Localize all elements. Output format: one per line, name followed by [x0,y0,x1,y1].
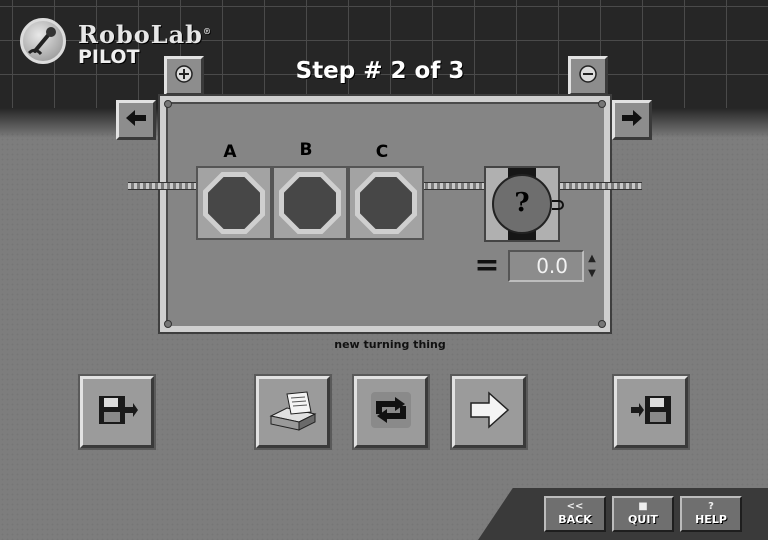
equals-sign: = [474,248,500,283]
octagon-icon [279,172,341,234]
floppy-import-icon [629,390,673,434]
zoom-in-button[interactable] [164,56,204,96]
value-field[interactable]: 0.0 [508,250,584,282]
run-button[interactable] [450,374,528,450]
robolab-pilot-screen: RoboLab® PILOT Step # 2 of 3 A B C ? = 0… [0,0,768,540]
previous-step-button[interactable] [116,100,156,140]
help-label: HELP [695,513,727,526]
slot-label-c: C [375,142,389,162]
load-from-rcx-button[interactable] [612,374,690,450]
floppy-export-icon [95,390,139,434]
step-title: Step # 2 of 3 [295,58,465,84]
zoom-out-button[interactable] [568,56,608,96]
slot-label-a: A [223,142,237,162]
brand-product: PILOT [78,46,140,68]
arrow-left-icon [125,109,147,131]
output-port-a[interactable] [196,166,272,240]
brand-name: RoboLab [78,20,203,49]
logo-emblem-icon [20,18,66,64]
back-button[interactable]: << BACK [544,496,606,532]
value-increment-button[interactable]: ▲ [586,252,598,265]
quit-button[interactable]: ■ QUIT [612,496,674,532]
stop-icon: ■ [638,501,648,512]
printer-icon [267,388,319,436]
timer-block[interactable]: ? [484,166,564,242]
slot-label-b: B [299,140,313,160]
octagon-icon [355,172,417,234]
timer-dial-icon: ? [492,174,552,234]
plus-circle-icon [174,64,194,88]
brand-tm: ® [202,26,212,36]
output-port-b[interactable] [272,166,348,240]
loop-button[interactable] [352,374,430,450]
save-to-rcx-button[interactable] [78,374,156,450]
arrow-right-icon [621,109,643,131]
back-label: BACK [558,513,592,526]
print-button[interactable] [254,374,332,450]
help-button[interactable]: ? HELP [680,496,742,532]
quit-label: QUIT [628,513,658,526]
rewind-icon: << [566,501,584,512]
status-text: new turning thing [334,338,446,351]
octagon-icon [203,172,265,234]
timer-symbol: ? [514,188,530,218]
next-step-button[interactable] [612,100,652,140]
arrow-right-icon [467,390,511,434]
value-decrement-button[interactable]: ▼ [586,267,598,280]
question-icon: ? [708,501,714,512]
loop-arrows-icon [369,390,413,434]
minus-circle-icon [578,64,598,88]
output-port-c[interactable] [348,166,424,240]
